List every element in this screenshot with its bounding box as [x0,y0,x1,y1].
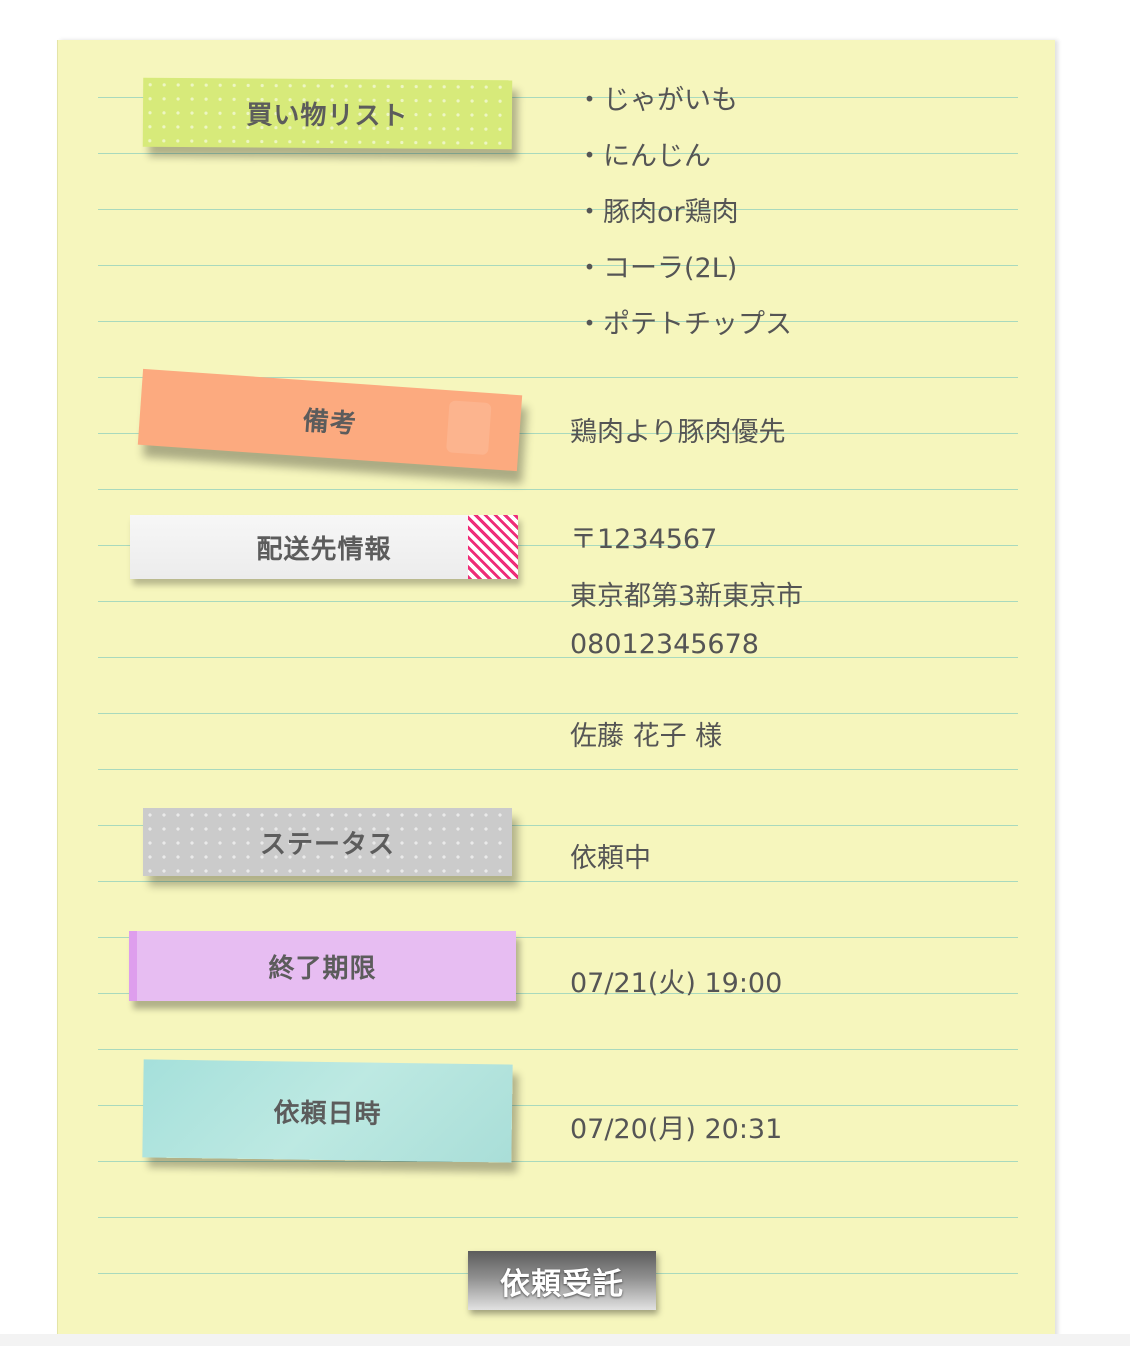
delivery-label: 配送先情報 [256,534,392,565]
deadline-value: 07/21(火) 19:00 [570,968,783,999]
tape-stripe-pattern [468,515,518,579]
rule-line [98,601,1018,602]
shopping-list-tape-label: 買い物リスト [142,77,513,150]
page-bottom-edge [0,1334,1130,1346]
delivery-recipient-name: 佐藤 花子 様 [570,721,723,752]
shopping-list-item: ・ポテトチップス [576,309,792,340]
delivery-tape-label: 配送先情報 [130,515,518,579]
rule-line [98,489,1018,490]
rule-line [98,657,1018,658]
rule-line [98,1161,1018,1162]
delivery-address: 東京都第3新東京市 [570,581,804,612]
shopping-list-item: ・じゃがいも [576,85,738,116]
status-label: ステータス [259,829,395,860]
rule-line [98,713,1018,714]
rule-line [98,1217,1018,1218]
status-tape-label: ステータス [143,808,512,876]
rule-line [98,881,1018,882]
deadline-tape-label: 終了期限 [129,931,516,1001]
requested-at-label: 依頼日時 [273,1097,382,1130]
accept-request-button[interactable]: 依頼受託 [468,1251,656,1310]
requested-at-value: 07/20(月) 20:31 [570,1114,783,1145]
rule-line [98,769,1018,770]
notes-label: 備考 [301,405,358,440]
notes-value: 鶏肉より豚肉優先 [570,417,786,448]
deadline-label: 終了期限 [268,953,377,984]
rule-line [98,321,1018,322]
rule-line [98,153,1018,154]
status-value: 依頼中 [570,843,651,874]
shopping-list-item: ・にんじん [576,141,711,172]
shopping-list-item: ・コーラ(2L) [576,253,738,284]
rule-line [98,265,1018,266]
shopping-list-item: ・豚肉or鶏肉 [576,197,739,228]
rule-line [98,1049,1018,1050]
delivery-postal-code: 〒1234567 [570,524,718,555]
delivery-phone: 08012345678 [570,629,759,660]
shopping-list-label: 買い物リスト [246,100,409,132]
rule-line [98,209,1018,210]
requested-at-tape-label: 依頼日時 [142,1059,513,1163]
